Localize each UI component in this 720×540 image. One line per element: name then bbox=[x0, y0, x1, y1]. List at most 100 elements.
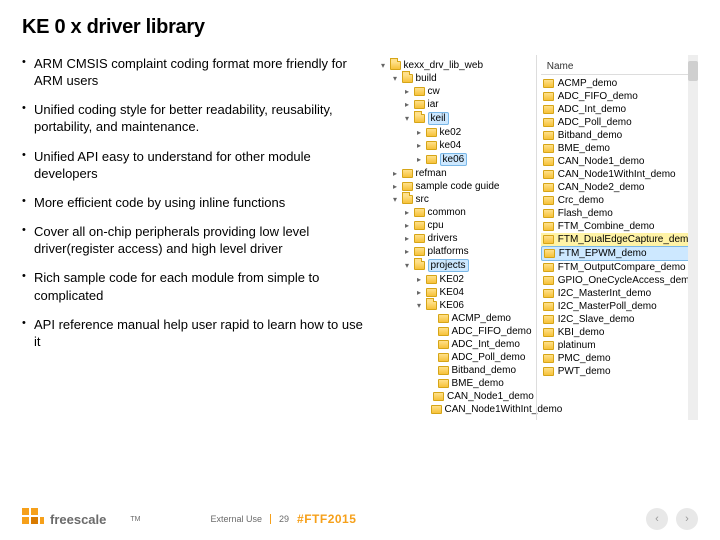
tree-label[interactable]: ADC_FIFO_demo bbox=[452, 326, 532, 337]
list-item[interactable]: ACMP_demo bbox=[541, 77, 696, 90]
list-item[interactable]: I2C_MasterPoll_demo bbox=[541, 300, 696, 313]
tree-node[interactable]: ▸ ke06 bbox=[378, 152, 534, 167]
chevron-right-icon[interactable]: ▸ bbox=[392, 170, 399, 177]
tree-label[interactable]: CAN_Node1_demo bbox=[447, 391, 534, 402]
next-button[interactable]: › bbox=[676, 508, 698, 530]
prev-button[interactable]: ‹ bbox=[646, 508, 668, 530]
tree-label[interactable]: ADC_Poll_demo bbox=[452, 352, 526, 363]
list-item[interactable]: FTM_EPWM_demo bbox=[541, 246, 696, 261]
chevron-right-icon[interactable]: ▸ bbox=[416, 276, 423, 283]
tree-label[interactable]: ke04 bbox=[440, 140, 462, 151]
tree-node[interactable]: ▸ common bbox=[378, 206, 534, 219]
tree-pane[interactable]: ▾ kexx_drv_lib_web ▾ build ▸ cw ▸ iar ▾ keil ▸ ke… bbox=[374, 55, 536, 420]
chevron-right-icon[interactable]: ▸ bbox=[404, 235, 411, 242]
list-item[interactable]: CAN_Node1WithInt_demo bbox=[541, 168, 696, 181]
chevron-right-icon[interactable]: ▸ bbox=[404, 101, 411, 108]
tree-node[interactable]: ▾ projects bbox=[378, 258, 534, 273]
tree-node[interactable]: ▸ KE02 bbox=[378, 273, 534, 286]
tree-node[interactable]: CAN_Node1WithInt_demo bbox=[378, 403, 534, 416]
chevron-right-icon[interactable]: ▸ bbox=[392, 183, 399, 190]
tree-label[interactable]: common bbox=[428, 207, 466, 218]
tree-node[interactable]: ▸ cpu bbox=[378, 219, 534, 232]
tree-node[interactable]: BME_demo bbox=[378, 377, 534, 390]
tree-label[interactable]: build bbox=[416, 73, 437, 84]
list-item[interactable]: Flash_demo bbox=[541, 207, 696, 220]
tree-node[interactable]: ▸ iar bbox=[378, 98, 534, 111]
tree-label[interactable]: cw bbox=[428, 86, 440, 97]
chevron-down-icon[interactable]: ▾ bbox=[416, 302, 423, 309]
tree-node[interactable]: ACMP_demo bbox=[378, 312, 534, 325]
list-item[interactable]: CAN_Node1_demo bbox=[541, 155, 696, 168]
tree-node[interactable]: ▸ cw bbox=[378, 85, 534, 98]
chevron-right-icon[interactable]: ▸ bbox=[416, 142, 423, 149]
tree-label[interactable]: keil bbox=[428, 112, 449, 125]
tree-node[interactable]: ▸ ke04 bbox=[378, 139, 534, 152]
list-item[interactable]: ADC_Int_demo bbox=[541, 103, 696, 116]
tree-node[interactable]: CAN_Node1_demo bbox=[378, 390, 534, 403]
list-item[interactable]: FTM_Combine_demo bbox=[541, 220, 696, 233]
tree-node[interactable]: ▾ src bbox=[378, 193, 534, 206]
list-item[interactable]: CAN_Node2_demo bbox=[541, 181, 696, 194]
tree-node[interactable]: ▸ platforms bbox=[378, 245, 534, 258]
list-item[interactable]: Crc_demo bbox=[541, 194, 696, 207]
file-list-pane[interactable]: Name ACMP_demoADC_FIFO_demoADC_Int_demoA… bbox=[536, 55, 698, 420]
list-item[interactable]: FTM_DualEdgeCapture_demo bbox=[541, 233, 696, 246]
tree-node[interactable]: Bitband_demo bbox=[378, 364, 534, 377]
tree-node[interactable]: ▸ refman bbox=[378, 167, 534, 180]
tree-node[interactable]: ADC_FIFO_demo bbox=[378, 325, 534, 338]
list-item[interactable]: PWT_demo bbox=[541, 365, 696, 378]
tree-label[interactable]: src bbox=[416, 194, 429, 205]
list-item[interactable]: platinum bbox=[541, 339, 696, 352]
list-item[interactable]: Bitband_demo bbox=[541, 129, 696, 142]
tree-node[interactable]: ADC_Int_demo bbox=[378, 338, 534, 351]
tree-root-label[interactable]: kexx_drv_lib_web bbox=[404, 60, 484, 71]
tree-node[interactable]: ▸ KE04 bbox=[378, 286, 534, 299]
list-item[interactable]: I2C_MasterInt_demo bbox=[541, 287, 696, 300]
chevron-right-icon[interactable]: ▸ bbox=[416, 289, 423, 296]
tree-label[interactable]: ke06 bbox=[440, 153, 468, 166]
tree-label[interactable]: sample code guide bbox=[416, 181, 500, 192]
list-item[interactable]: BME_demo bbox=[541, 142, 696, 155]
chevron-down-icon[interactable]: ▾ bbox=[380, 62, 387, 69]
tree-label[interactable]: ke02 bbox=[440, 127, 462, 138]
tree-node[interactable]: ▾ keil bbox=[378, 111, 534, 126]
tree-label[interactable]: cpu bbox=[428, 220, 444, 231]
tree-label[interactable]: Bitband_demo bbox=[452, 365, 517, 376]
tree-label[interactable]: BME_demo bbox=[452, 378, 504, 389]
list-item[interactable]: KBI_demo bbox=[541, 326, 696, 339]
tree-node[interactable]: ADC_Poll_demo bbox=[378, 351, 534, 364]
chevron-right-icon[interactable]: ▸ bbox=[404, 88, 411, 95]
chevron-down-icon[interactable]: ▾ bbox=[392, 196, 399, 203]
list-item[interactable]: PMC_demo bbox=[541, 352, 696, 365]
chevron-down-icon[interactable]: ▾ bbox=[404, 262, 411, 269]
tree-label[interactable]: KE06 bbox=[440, 300, 464, 311]
list-item[interactable]: I2C_Slave_demo bbox=[541, 313, 696, 326]
tree-label[interactable]: ADC_Int_demo bbox=[452, 339, 520, 350]
list-item[interactable]: ADC_Poll_demo bbox=[541, 116, 696, 129]
chevron-right-icon[interactable]: ▸ bbox=[404, 209, 411, 216]
chevron-right-icon[interactable]: ▸ bbox=[416, 129, 423, 136]
tree-label[interactable]: ACMP_demo bbox=[452, 313, 511, 324]
tree-node[interactable]: ▸ drivers bbox=[378, 232, 534, 245]
list-item[interactable]: GPIO_OneCycleAccess_demo bbox=[541, 274, 696, 287]
list-item[interactable]: FTM_OutputCompare_demo bbox=[541, 261, 696, 274]
tree-label[interactable]: KE02 bbox=[440, 274, 464, 285]
tree-label[interactable]: platforms bbox=[428, 246, 469, 257]
column-header-name[interactable]: Name bbox=[541, 59, 696, 75]
tree-label[interactable]: KE04 bbox=[440, 287, 464, 298]
list-item[interactable]: ADC_FIFO_demo bbox=[541, 90, 696, 103]
tree-node[interactable]: ▾ KE06 bbox=[378, 299, 534, 312]
tree-node[interactable]: ▾ build bbox=[378, 72, 534, 85]
tree-label[interactable]: projects bbox=[428, 259, 469, 272]
tree-label[interactable]: refman bbox=[416, 168, 447, 179]
chevron-right-icon[interactable]: ▸ bbox=[404, 248, 411, 255]
chevron-down-icon[interactable]: ▾ bbox=[404, 115, 411, 122]
scrollbar[interactable] bbox=[688, 55, 698, 420]
tree-label[interactable]: drivers bbox=[428, 233, 458, 244]
chevron-right-icon[interactable]: ▸ bbox=[404, 222, 411, 229]
chevron-right-icon[interactable]: ▸ bbox=[416, 156, 423, 163]
chevron-down-icon[interactable]: ▾ bbox=[392, 75, 399, 82]
scroll-thumb[interactable] bbox=[688, 61, 698, 81]
tree-label[interactable]: iar bbox=[428, 99, 439, 110]
tree-node[interactable]: ▸ ke02 bbox=[378, 126, 534, 139]
